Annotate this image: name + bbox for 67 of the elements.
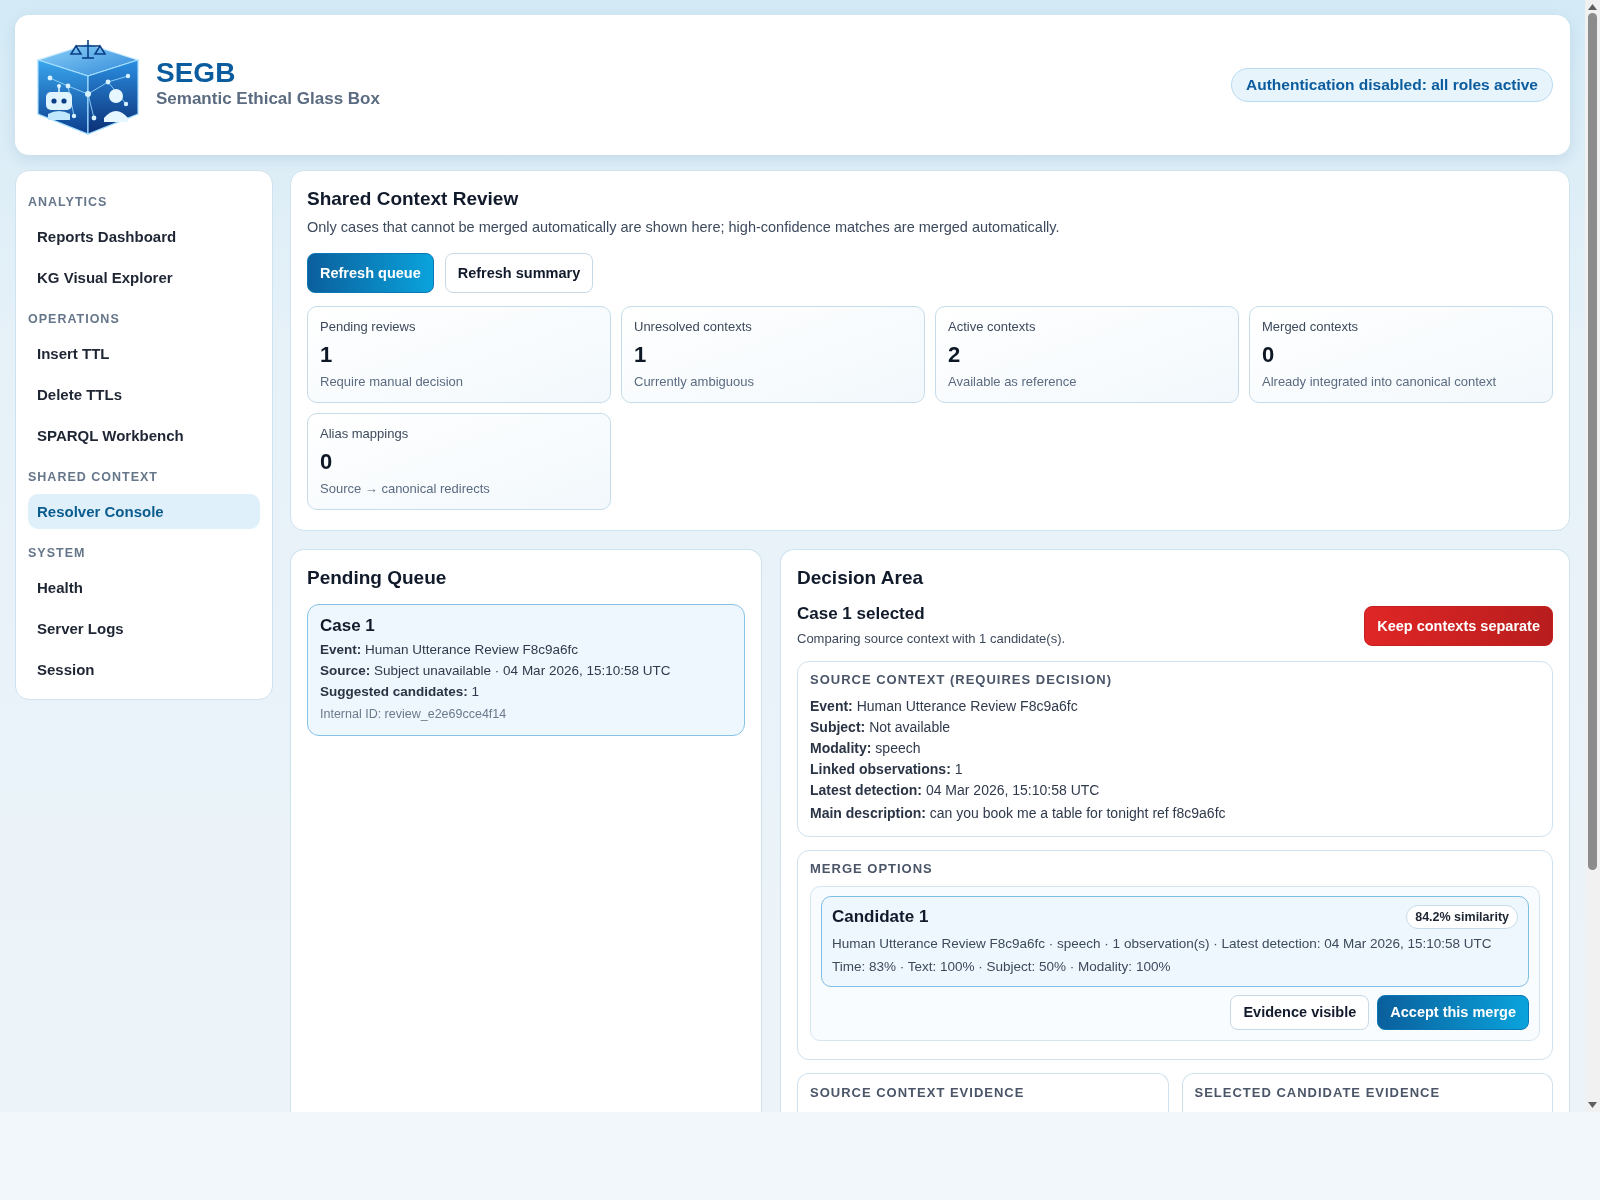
sidebar-section-heading: ANALYTICS [28, 194, 109, 210]
detail-text: Latest detection: 04 Mar 2026, 15:10:58 UTC [810, 780, 1101, 800]
detail-text: Linked observations: 1 [810, 759, 964, 779]
stat-value: 2 [948, 342, 962, 368]
sidebar-section-heading: SHARED CONTEXT [28, 469, 159, 485]
candidate-summary: Human Utterance Review F8c9a6fc · speech · 1 observation(s) · Latest detection: 04 Mar 2026, 15:10:58 UTC [832, 934, 1493, 953]
panel-title: Shared Context Review [307, 187, 520, 211]
stat-note: Currently ambiguous [634, 373, 755, 391]
sidebar-item[interactable]: Health [28, 570, 260, 605]
refresh-summary-button[interactable]: Refresh summary [444, 253, 594, 293]
refresh-queue-button[interactable]: Refresh queue [307, 253, 434, 293]
evidence-visible-button[interactable]: Evidence visible [1230, 994, 1370, 1030]
stat-note: Source → canonical redirects [320, 480, 491, 498]
scroll-down-arrow-icon[interactable] [1588, 1102, 1597, 1108]
scroll-up-arrow-icon[interactable] [1588, 4, 1597, 10]
sidebar-item[interactable]: Resolver Console [28, 494, 260, 529]
detail-text: Source: Subject unavailable · 04 Mar 2026, 15:10:58 UTC [320, 661, 672, 680]
selected-case-title: Case 1 selected [797, 603, 926, 625]
section-heading: SOURCE CONTEXT (REQUIRES DECISION) [810, 671, 1113, 689]
keep-separate-button[interactable]: Keep contexts separate [1364, 606, 1553, 646]
auth-status-badge: Authentication disabled: all roles active [1231, 68, 1553, 102]
sidebar-item[interactable]: Reports Dashboard [28, 219, 260, 254]
sidebar-item[interactable]: Delete TTLs [28, 377, 260, 412]
panel-title: Pending Queue [307, 566, 448, 590]
sidebar-item[interactable]: Insert TTL [28, 336, 260, 371]
sidebar-section-heading: OPERATIONS [28, 311, 121, 327]
stat-note: Already integrated into canonical context [1262, 373, 1498, 391]
section-heading: MERGE OPTIONS [810, 859, 934, 878]
detail-text: Subject: Not available [810, 717, 952, 737]
section-heading: SOURCE CONTEXT EVIDENCE [810, 1083, 1026, 1102]
candidate-card[interactable]: Candidate 1 84.2% similarity Human Utterance Review F8c9a6fc · speech · 1 observation(s) · Latest detection: 04 Mar 2026, 15:10:58 UTC Time: 83% · Text: 100% · Subject: 50% · Modality: 100% [821, 895, 1529, 987]
detail-text: Event: Human Utterance Review F8c9a6fc [810, 696, 1079, 716]
case-card[interactable]: Case 1 Event: Human Utterance Review F8c9a6fc Source: Subject unavailable · 04 Mar 2026, 15:10:58 UTC Suggested candidates: 1 Internal ID: review_e2e69cce4f14 [307, 604, 745, 736]
panel-description: Only cases that cannot be merged automatically are shown here; high-confidence matches are merged automatically. [307, 218, 1061, 237]
similarity-badge: 84.2% similarity [1406, 904, 1518, 929]
sidebar-section-heading: SYSTEM [28, 545, 87, 561]
candidate-scores: Time: 83% · Text: 100% · Subject: 50% · Modality: 100% [832, 957, 1172, 976]
stat-value: 1 [320, 342, 334, 368]
sidebar-item[interactable]: Server Logs [28, 611, 260, 646]
stat-label: Unresolved contexts [634, 318, 753, 336]
accept-merge-button[interactable]: Accept this merge [1377, 994, 1529, 1030]
stat-value: 0 [1262, 342, 1276, 368]
internal-id-text: Internal ID: review_e2e69cce4f14 [320, 706, 508, 723]
scrollbar-thumb[interactable] [1588, 13, 1597, 870]
scrollbar-track[interactable] [1585, 0, 1600, 1112]
stat-value: 0 [320, 449, 334, 475]
detail-text: Modality: speech [810, 738, 922, 758]
sidebar-item[interactable]: KG Visual Explorer [28, 260, 260, 295]
stat-label: Pending reviews [320, 318, 417, 336]
case-title: Case 1 [320, 615, 376, 637]
app-subtitle: Semantic Ethical Glass Box [156, 89, 380, 109]
stat-label: Active contexts [948, 318, 1037, 336]
stat-note: Require manual decision [320, 373, 465, 391]
section-heading: SELECTED CANDIDATE EVIDENCE [1194, 1083, 1442, 1102]
stat-value: 1 [634, 342, 648, 368]
detail-text: Event: Human Utterance Review F8c9a6fc [320, 640, 580, 659]
stat-note: Available as reference [948, 373, 1078, 391]
detail-text: Suggested candidates: 1 [320, 682, 481, 701]
app-title: SEGB [156, 57, 237, 89]
stat-label: Merged contexts [1262, 318, 1360, 336]
sidebar-item[interactable]: Session [28, 652, 260, 687]
comparison-text: Comparing source context with 1 candidate(s). [797, 630, 1066, 648]
panel-title: Decision Area [797, 566, 924, 590]
sidebar-item[interactable]: SPARQL Workbench [28, 418, 260, 453]
candidate-title: Candidate 1 [832, 905, 929, 928]
stat-label: Alias mappings [320, 425, 410, 443]
detail-text: Main description: can you book me a table for tonight ref f8c9a6fc [810, 803, 1227, 823]
